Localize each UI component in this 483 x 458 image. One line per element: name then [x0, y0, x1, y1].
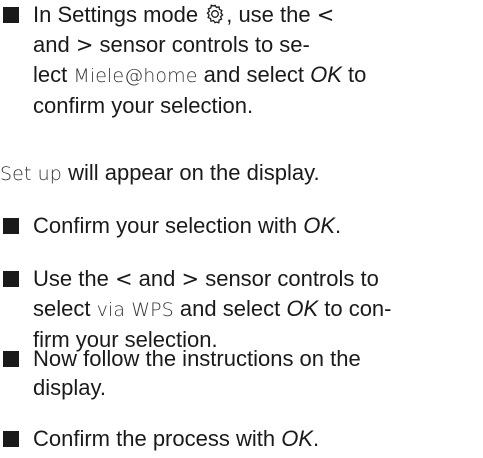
step-line: display.: [33, 375, 106, 400]
step-line: and > sensor controls to se-: [33, 32, 310, 57]
step-line: lect Miele@home and select OK to: [33, 62, 367, 87]
step-line: Now follow the instructions on the: [33, 346, 361, 371]
step-text: Confirm the process with OK.: [33, 424, 443, 453]
step-text: Confirm your selection with OK.: [33, 211, 443, 240]
step-line: Confirm your selection with OK.: [33, 213, 342, 238]
ok-label: OK: [286, 296, 319, 321]
step-text: Use the < and > sensor controls to selec…: [33, 264, 443, 354]
instruction-page: In Settings mode , use the < and > senso…: [0, 0, 483, 458]
step-line: Use the < and > sensor controls to: [33, 266, 379, 291]
step-select-miele-home: In Settings mode , use the < and > senso…: [0, 0, 470, 120]
ok-label: OK: [310, 62, 342, 87]
display-text-set-up: Set up: [0, 163, 62, 185]
step-select-via-wps: Use the < and > sensor controls to selec…: [0, 264, 470, 354]
display-text-via-wps: via WPS: [96, 299, 174, 321]
ok-label: OK: [303, 213, 336, 238]
square-bullet-icon: [3, 271, 19, 287]
display-note: Set up will appear on the display.: [0, 160, 320, 185]
step-text: Now follow the instructions on the displ…: [33, 344, 443, 402]
step-line: select via WPS and select OK to con-: [33, 296, 392, 321]
square-bullet-icon: [3, 218, 19, 234]
step-confirm-selection: Confirm your selection with OK.: [0, 211, 470, 241]
step-text: In Settings mode , use the < and > senso…: [33, 0, 443, 120]
gear-icon: [206, 4, 224, 24]
square-bullet-icon: [3, 431, 19, 447]
ok-label: OK: [281, 426, 313, 451]
step-line: In Settings mode , use the <: [33, 2, 335, 27]
step-confirm-process: Confirm the process with OK.: [0, 424, 470, 454]
square-bullet-icon: [3, 351, 19, 367]
step-line: confirm your selection.: [33, 93, 254, 118]
display-text-miele-home: Miele@home: [73, 65, 198, 87]
step-follow-instructions: Now follow the instructions on the displ…: [0, 344, 470, 404]
step-line: Confirm the process with OK.: [33, 426, 320, 451]
square-bullet-icon: [3, 7, 19, 23]
